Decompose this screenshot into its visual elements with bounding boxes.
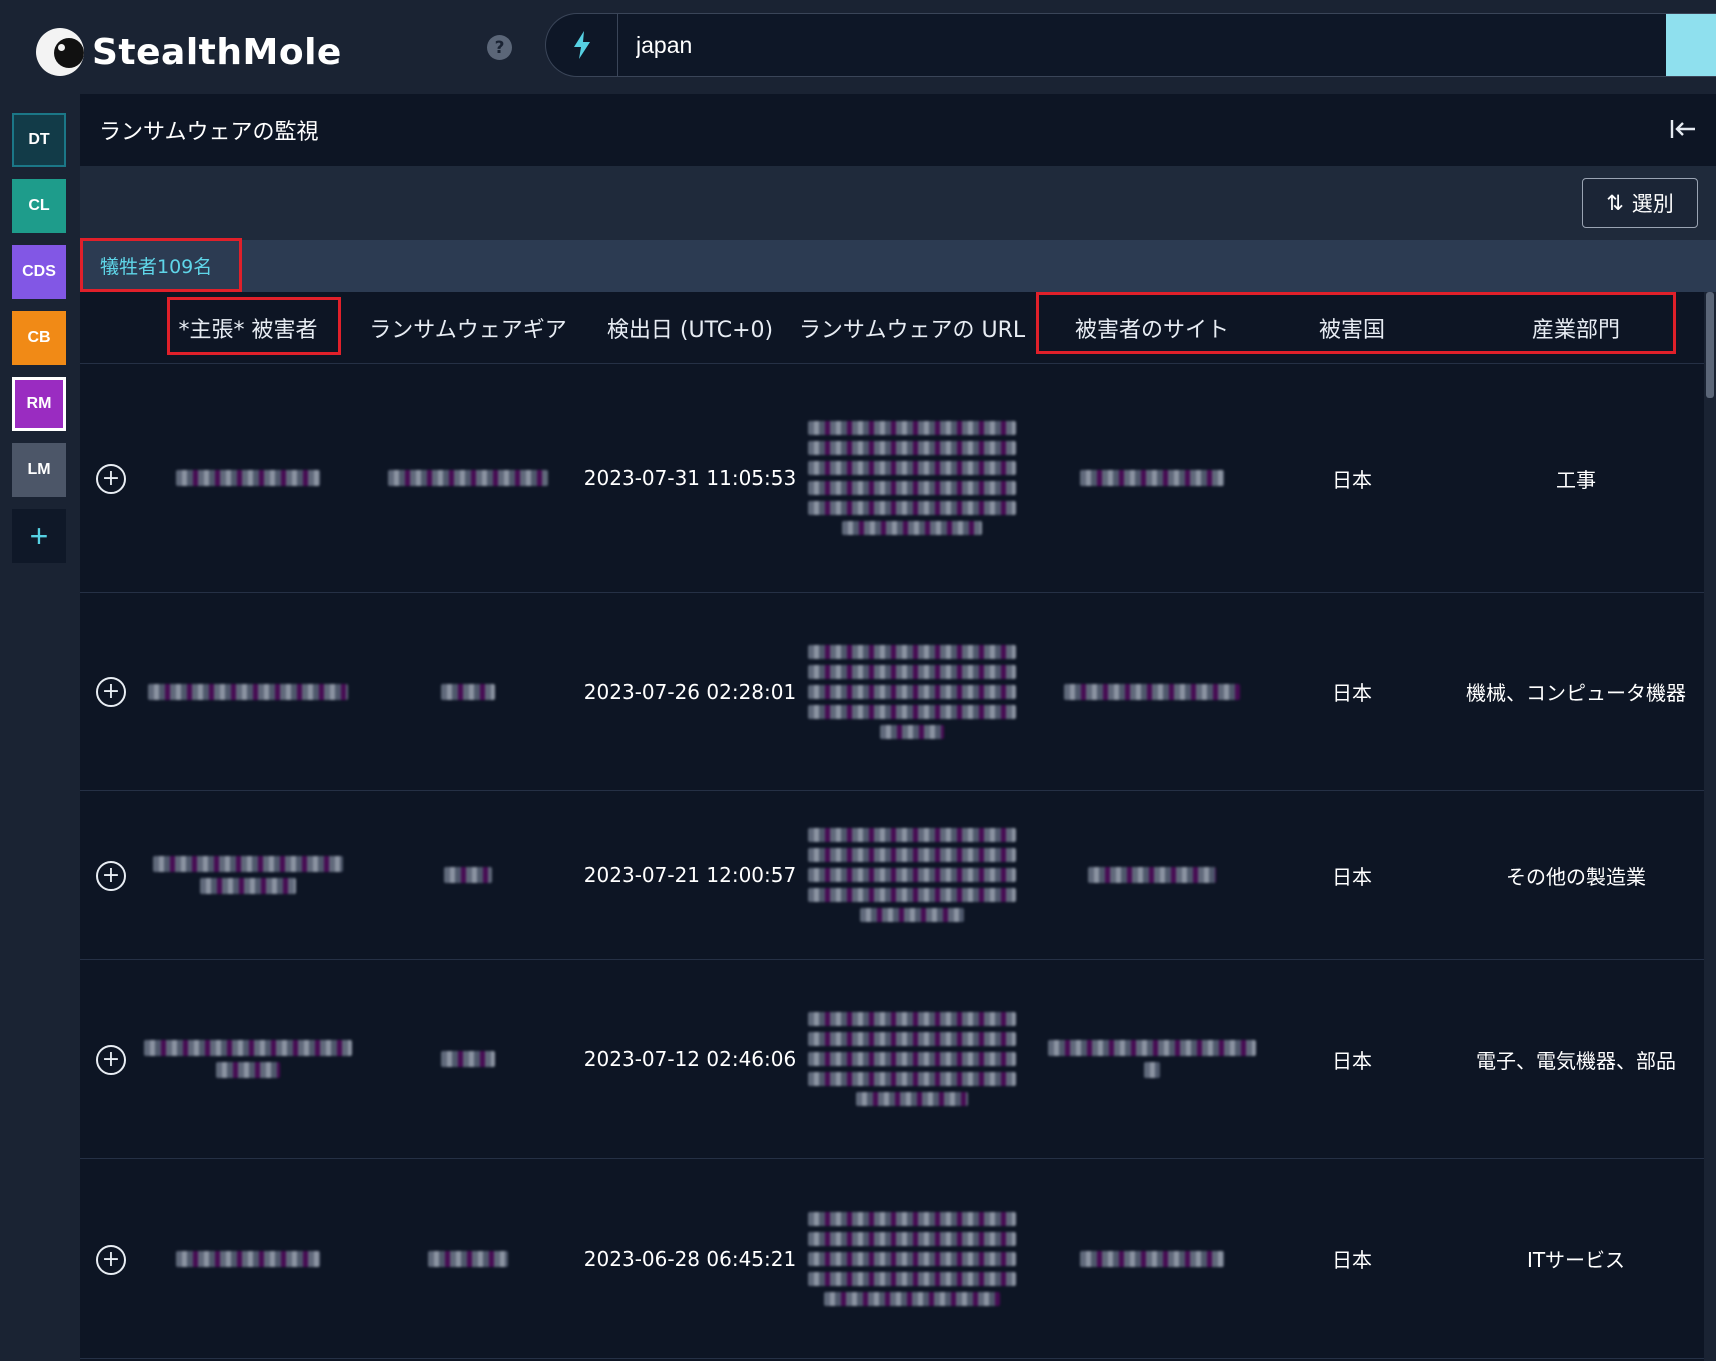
detected-date: 2023-06-28 06:45:21 [583, 1246, 797, 1271]
app-logo[interactable]: StealthMole [36, 26, 342, 78]
victim-site-redacted[interactable] [1042, 960, 1262, 1158]
victim-country: 日本 [1332, 1248, 1372, 1272]
nav-dt-button[interactable]: DT [12, 113, 66, 167]
table-toolbar: ⇅ 選別 [80, 166, 1716, 240]
col-ransomware-gear[interactable]: ランサムウェアギア [369, 292, 567, 364]
top-bar: StealthMole ? [0, 0, 1716, 94]
industry-sector: 工事 [1556, 467, 1596, 492]
left-nav: DT CL CDS CB RM LM + [0, 94, 80, 1361]
victim-name-redacted [148, 364, 348, 592]
detected-date: 2023-07-26 02:28:01 [583, 679, 797, 704]
nav-cl-button[interactable]: CL [12, 179, 66, 233]
ransomware-gear-redacted [380, 960, 556, 1158]
victim-name-redacted [148, 791, 348, 959]
victim-name-redacted [148, 593, 348, 790]
search-bar [545, 13, 1716, 77]
mole-logo-icon [36, 28, 84, 76]
ransomware-gear-redacted [380, 364, 556, 592]
panel-header: ランサムウェアの監視 [80, 94, 1716, 166]
victim-site-redacted[interactable] [1042, 1159, 1262, 1358]
ransomware-gear-redacted [380, 1159, 556, 1358]
industry-sector: ITサービス [1526, 1248, 1626, 1272]
ransomware-url-redacted[interactable] [808, 960, 1016, 1158]
result-count-bar: 犠牲者109名 [80, 240, 1716, 292]
col-ransomware-url[interactable]: ランサムウェアの URL [799, 292, 1025, 364]
victim-name-redacted [144, 960, 352, 1158]
lightning-icon[interactable] [546, 14, 618, 76]
victim-column-highlight [167, 297, 341, 355]
search-input[interactable] [636, 28, 1636, 62]
nav-rm-button[interactable]: RM [12, 377, 66, 431]
nav-cds-button[interactable]: CDS [12, 245, 66, 299]
table-scrollbar[interactable] [1704, 292, 1716, 1361]
panel-title: ランサムウェアの監視 [99, 120, 319, 145]
victim-country: 日本 [1332, 1048, 1372, 1073]
site-country-sector-highlight [1036, 292, 1676, 354]
detected-date: 2023-07-31 11:05:53 [583, 466, 797, 490]
detected-date: 2023-07-21 12:00:57 [583, 863, 797, 887]
victim-country: 日本 [1332, 467, 1372, 492]
victim-site-redacted[interactable] [1042, 364, 1262, 592]
victim-country: 日本 [1332, 681, 1372, 705]
table-row[interactable]: + 2023-06-28 06:45:21 日本 ITサービス [80, 1159, 1704, 1359]
add-module-button[interactable]: + [12, 509, 66, 563]
sort-button[interactable]: ⇅ 選別 [1582, 178, 1698, 228]
expand-row-icon[interactable]: + [96, 861, 126, 891]
col-detected-date[interactable]: 検出日 (UTC+0) [600, 292, 780, 364]
table-row[interactable]: + 2023-07-31 11:05:53 日本 工事 [80, 364, 1704, 593]
table-row[interactable]: + 2023-07-21 12:00:57 日本 その他の製造業 [80, 791, 1704, 960]
expand-row-icon[interactable]: + [96, 464, 126, 494]
scrollbar-thumb[interactable] [1706, 292, 1714, 398]
ransomware-url-redacted[interactable] [808, 791, 1016, 959]
industry-sector: その他の製造業 [1506, 864, 1646, 889]
ransomware-url-redacted[interactable] [808, 364, 1016, 592]
detected-date: 2023-07-12 02:46:06 [583, 1047, 797, 1071]
industry-sector: 電子、電気機器、部品 [1476, 1048, 1676, 1073]
sort-label: 選別 [1631, 192, 1674, 216]
search-button[interactable] [1666, 14, 1716, 76]
ransomware-gear-redacted [380, 791, 556, 959]
count-highlight [80, 238, 242, 292]
ransomware-gear-redacted [380, 593, 556, 790]
victim-name-redacted [148, 1159, 348, 1358]
victim-country: 日本 [1332, 864, 1372, 889]
nav-lm-button[interactable]: LM [12, 443, 66, 497]
table-row[interactable]: + 2023-07-26 02:28:01 日本 機械、コンピュータ機器 [80, 593, 1704, 791]
nav-cb-button[interactable]: CB [12, 311, 66, 365]
expand-row-icon[interactable]: + [96, 1045, 126, 1075]
table-row[interactable]: + 2023-07-12 02:46:06 日本 電子、電気機器、部品 [80, 960, 1704, 1159]
ransomware-url-redacted[interactable] [808, 593, 1016, 790]
help-icon[interactable]: ? [487, 35, 512, 60]
victim-site-redacted[interactable] [1042, 593, 1262, 790]
industry-sector: 機械、コンピュータ機器 [1466, 681, 1686, 705]
ransomware-url-redacted[interactable] [808, 1159, 1016, 1358]
collapse-panel-icon[interactable] [1668, 114, 1698, 144]
victim-site-redacted[interactable] [1042, 791, 1262, 959]
app-name: StealthMole [92, 31, 342, 73]
expand-row-icon[interactable]: + [96, 1245, 126, 1275]
expand-row-icon[interactable]: + [96, 677, 126, 707]
sort-icon: ⇅ [1606, 191, 1624, 215]
